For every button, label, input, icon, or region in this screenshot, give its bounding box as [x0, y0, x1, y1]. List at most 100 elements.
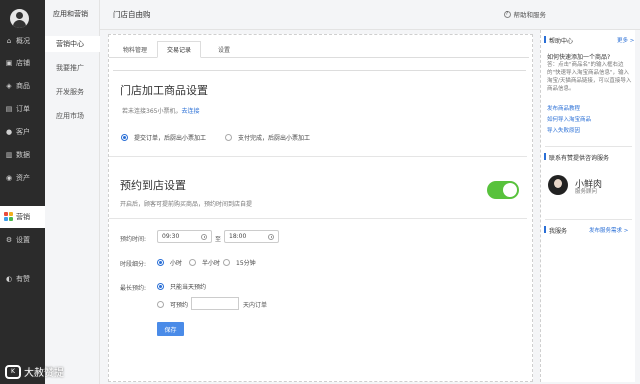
max-label: 最长预约: — [120, 285, 147, 292]
start-time-value: 09:30 — [162, 233, 180, 240]
help-center-title: 帮助中心 — [549, 38, 574, 45]
right-panel: 帮助中心 更多 > 如何快速添加一个商品? 答：点击"商品名"的输入框右边的"快… — [540, 30, 635, 382]
service-role: 服务顾问 — [575, 189, 598, 195]
gear-icon: ⚙ — [5, 236, 13, 244]
clock-icon — [201, 233, 207, 240]
radio-label: 可预约 — [170, 302, 189, 309]
end-time-value: 18:00 — [229, 233, 247, 240]
my-service-title: 我服务 — [549, 228, 568, 235]
nav-item-youzan[interactable]: ◐ 有赞 — [0, 268, 45, 290]
radio-days-ahead[interactable]: 可预约 — [157, 300, 188, 309]
home-icon: ⌂ — [6, 37, 12, 45]
nav-item-overview[interactable]: ⌂ 概况 — [0, 30, 45, 52]
radio-label: 只能当天预约 — [170, 284, 207, 291]
tab-bar: 物料管理 交易记录 设置 — [109, 41, 529, 58]
tag-icon: ◈ — [6, 82, 12, 90]
days-input[interactable] — [191, 297, 239, 310]
sub-nav-title: 应用和营销 — [53, 10, 88, 18]
help-link-import-failure[interactable]: 导入失败原因 — [547, 126, 580, 134]
split-label: 时段细分: — [120, 261, 147, 268]
customer-icon: ● — [5, 128, 13, 136]
nav-item-marketing[interactable]: 营销 — [0, 206, 45, 228]
watermark-logo-icon: K — [5, 364, 21, 379]
radio-checked-icon — [121, 134, 128, 141]
asset-icon: ◉ — [5, 174, 13, 182]
radio-unchecked-icon — [157, 301, 164, 308]
user-avatar[interactable] — [10, 9, 29, 28]
help-link-import-taobao[interactable]: 如何导入淘宝商品 — [547, 115, 591, 123]
radio-payment-done[interactable]: 支付完成，后厨出小票加工 — [225, 133, 310, 142]
processing-settings-card: 门店加工商品设置 若未连接365小票机，去连接 提交订单，后厨出小票加工 支付完… — [113, 70, 526, 190]
processing-title: 门店加工商品设置 — [120, 84, 208, 97]
nav-label: 营销 — [16, 213, 30, 221]
marketing-icon — [4, 212, 14, 222]
watermark: K 大赦赞提 — [5, 364, 64, 379]
nav-item-customers[interactable]: ● 客户 — [0, 121, 45, 143]
radio-15min[interactable]: 15分钟 — [223, 258, 256, 267]
subnav-item-dev-services[interactable]: 开发服务 — [45, 84, 100, 100]
processing-desc-text: 若未连接365小票机， — [122, 108, 182, 115]
section-divider — [109, 156, 527, 157]
nav-label: 资产 — [16, 174, 30, 182]
radio-hour[interactable]: 小时 — [157, 258, 182, 267]
help-link[interactable]: ? 帮助和服务 — [503, 9, 547, 19]
nav-item-settings[interactable]: ⚙ 设置 — [0, 229, 45, 251]
radio-unchecked-icon — [223, 259, 230, 266]
nav-label: 订单 — [16, 105, 30, 113]
radio-submit-order[interactable]: 提交订单，后厨出小票加工 — [121, 133, 206, 142]
time-label: 预约时间: — [120, 236, 147, 243]
subnav-item-marketing-center[interactable]: 营销中心 — [45, 36, 100, 52]
save-button[interactable]: 保存 — [157, 322, 184, 336]
nav-item-orders[interactable]: ▤ 订单 — [0, 98, 45, 120]
radio-label: 小时 — [170, 260, 183, 267]
nav-label: 客户 — [16, 128, 30, 136]
radio-label: 半小时 — [202, 260, 221, 267]
contact-title: 联系有赞提供咨询服务 — [549, 155, 610, 162]
order-icon: ▤ — [5, 105, 13, 113]
nav-item-assets[interactable]: ◉ 资产 — [0, 167, 45, 189]
top-bar: 门店自由购 ? 帮助和服务 — [100, 0, 640, 30]
publish-service-link[interactable]: 发布服务需求 > — [589, 226, 628, 234]
help-label: 帮助和服务 — [513, 11, 547, 19]
faq-answer: 答：点击"商品名"的输入框右边的"快速导入淘宝商品信息"，输入淘宝/天猫商品链接… — [547, 62, 632, 92]
panel-divider — [545, 219, 632, 220]
pickup-toggle[interactable] — [487, 181, 519, 199]
tab-materials[interactable]: 物料管理 — [113, 41, 157, 58]
radio-label: 15分钟 — [236, 260, 256, 267]
connect-link[interactable]: 去连接 — [181, 108, 199, 115]
tab-transactions[interactable]: 交易记录 — [157, 41, 201, 58]
question-icon: ? — [503, 10, 511, 18]
processing-desc: 若未连接365小票机，去连接 — [122, 106, 199, 115]
nav-label: 商品 — [16, 82, 30, 90]
subnav-item-promote[interactable]: 我要推广 — [45, 60, 100, 76]
nav-item-data[interactable]: ▥ 数据 — [0, 144, 45, 166]
end-time-picker[interactable]: 18:00 — [224, 230, 279, 243]
panel-divider — [545, 146, 632, 147]
nav-item-store[interactable]: ▣ 店铺 — [0, 52, 45, 74]
tab-settings[interactable]: 设置 — [202, 41, 246, 58]
help-more-link[interactable]: 更多 > — [617, 36, 634, 44]
radio-label: 提交订单，后厨出小票加工 — [134, 135, 207, 142]
chart-icon: ▥ — [5, 151, 13, 159]
nav-label: 概况 — [16, 37, 30, 45]
radio-checked-icon — [157, 259, 164, 266]
to-label: 至 — [215, 236, 222, 243]
radio-checked-icon — [157, 283, 164, 290]
clock-icon — [268, 233, 274, 240]
help-link-publish-tutorial[interactable]: 发布商品教程 — [547, 104, 580, 112]
start-time-picker[interactable]: 09:30 — [157, 230, 212, 243]
radio-unchecked-icon — [225, 134, 232, 141]
nav-item-goods[interactable]: ◈ 商品 — [0, 75, 45, 97]
store-icon: ▣ — [5, 59, 13, 67]
page-title: 门店自由购 — [113, 10, 151, 19]
main-content: 物料管理 交易记录 设置 门店加工商品设置 若未连接365小票机，去连接 提交订… — [108, 34, 533, 382]
subnav-item-app-market[interactable]: 应用市场 — [45, 108, 100, 124]
nav-label: 设置 — [16, 236, 30, 244]
radio-same-day[interactable]: 只能当天预约 — [157, 282, 206, 291]
nav-label: 有赞 — [16, 275, 30, 283]
radio-label: 支付完成，后厨出小票加工 — [238, 135, 311, 142]
service-avatar[interactable] — [548, 175, 568, 195]
days-suffix: 天内订单 — [243, 302, 268, 309]
watermark-text: 大赦赞提 — [24, 368, 64, 379]
radio-half-hour[interactable]: 半小时 — [189, 258, 220, 267]
